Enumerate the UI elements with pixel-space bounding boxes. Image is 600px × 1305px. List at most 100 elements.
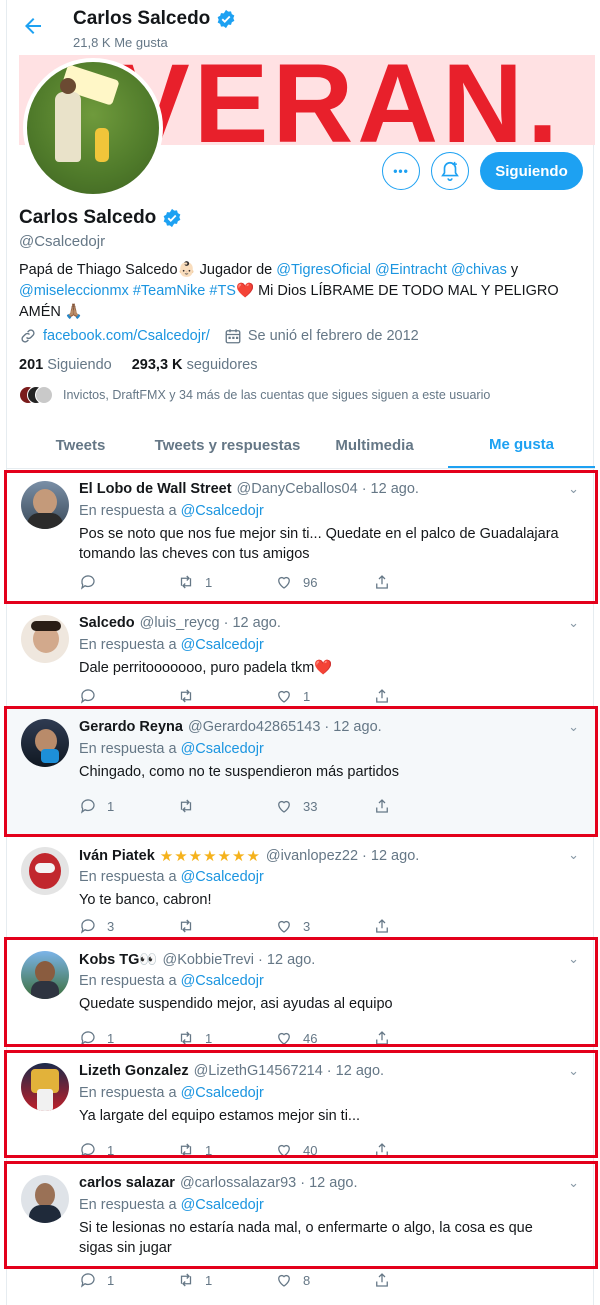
reply-button[interactable]: 1 — [79, 1141, 177, 1159]
profile-name-row: Carlos Salcedo — [19, 207, 182, 229]
tab-media[interactable]: Multimedia — [301, 423, 448, 468]
reply-to-link[interactable]: @Csalcedojr — [181, 869, 264, 885]
retweet-button[interactable]: 1 — [177, 1141, 275, 1159]
tweet-author[interactable]: Salcedo — [79, 615, 135, 631]
reply-button[interactable]: 3 — [79, 917, 177, 935]
tab-tweets-replies[interactable]: Tweets y respuestas — [154, 423, 301, 468]
tweet-avatar[interactable] — [21, 847, 69, 895]
tweet-author[interactable]: Lizeth Gonzalez — [79, 1063, 189, 1079]
like-button[interactable]: 8 — [275, 1271, 373, 1289]
bio-links[interactable]: @miseleccionmx #TeamNike #TS — [19, 283, 236, 299]
back-arrow-icon[interactable] — [21, 14, 47, 40]
tweet-avatar[interactable] — [21, 719, 69, 767]
retweet-button[interactable]: 1 — [177, 1029, 275, 1047]
tweet[interactable]: Kobs TG👀 @KobbieTrevi · 12 ago. ⌄ En resp… — [7, 939, 595, 1051]
reply-context: En respuesta a @Csalcedojr — [79, 869, 264, 885]
retweet-button[interactable] — [177, 687, 275, 705]
banner-text: VERAN. — [115, 55, 563, 145]
like-button[interactable]: 40 — [275, 1141, 373, 1159]
retweet-button[interactable]: 1 — [177, 573, 275, 591]
chevron-down-icon[interactable]: ⌄ — [568, 481, 579, 497]
tweet[interactable]: carlos salazar @carlossalazar93 · 12 ago.… — [7, 1163, 595, 1305]
profile-name: Carlos Salcedo — [19, 207, 157, 228]
tab-tweets[interactable]: Tweets — [7, 423, 154, 468]
following-button[interactable]: Siguiendo — [480, 152, 583, 190]
reply-button[interactable]: 1 — [79, 1029, 177, 1047]
share-button[interactable] — [373, 687, 471, 705]
chevron-down-icon[interactable]: ⌄ — [568, 951, 579, 967]
reply-button[interactable] — [79, 573, 177, 591]
share-button[interactable] — [373, 573, 471, 591]
like-button[interactable]: 1 — [275, 687, 373, 705]
share-button[interactable] — [373, 1029, 471, 1047]
tweet[interactable]: Gerardo Reyna @Gerardo42865143 · 12 ago. … — [7, 707, 595, 835]
reply-to-link[interactable]: @Csalcedojr — [181, 503, 264, 519]
reply-icon — [80, 919, 95, 934]
like-button[interactable]: 33 — [275, 797, 373, 815]
tweet-avatar[interactable] — [21, 1175, 69, 1223]
like-count: 40 — [303, 1142, 318, 1158]
more-options-button[interactable]: ••• — [382, 152, 420, 190]
retweet-icon — [180, 689, 192, 703]
tweet-actions: 1 — [79, 687, 471, 705]
tweet-avatar[interactable] — [21, 951, 69, 999]
share-button[interactable] — [373, 917, 471, 935]
reply-button[interactable] — [79, 687, 177, 705]
tweet-author[interactable]: carlos salazar — [79, 1175, 175, 1191]
baby-emoji: 👶🏻 — [177, 262, 196, 278]
follow-counts: 201 Siguiendo 293,3 K seguidores — [19, 357, 258, 373]
retweet-button[interactable] — [177, 917, 275, 935]
tweet[interactable]: El Lobo de Wall Street @DanyCeballos04 · … — [7, 469, 595, 603]
reply-to-link[interactable]: @Csalcedojr — [181, 1197, 264, 1213]
like-count: 96 — [303, 574, 318, 590]
chevron-down-icon[interactable]: ⌄ — [568, 615, 579, 631]
reply-to-link[interactable]: @Csalcedojr — [181, 741, 264, 757]
reply-to-link[interactable]: @Csalcedojr — [181, 973, 264, 989]
tweet-author[interactable]: Gerardo Reyna — [79, 719, 183, 735]
like-button[interactable]: 96 — [275, 573, 373, 591]
chevron-down-icon[interactable]: ⌄ — [568, 1175, 579, 1191]
reply-context: En respuesta a @Csalcedojr — [79, 741, 264, 757]
tweet[interactable]: Iván Piatek ★★★★★★★ @ivanlopez22 · 12 ago.… — [7, 835, 595, 939]
share-button[interactable] — [373, 797, 471, 815]
share-icon — [376, 799, 388, 813]
tweet-header: Iván Piatek ★★★★★★★ @ivanlopez22 · 12 ago. — [79, 847, 419, 865]
tab-likes[interactable]: Me gusta — [448, 423, 595, 468]
reply-to-link[interactable]: @Csalcedojr — [181, 1085, 264, 1101]
more-dots-icon: ••• — [393, 164, 409, 178]
profile-avatar[interactable] — [23, 58, 163, 198]
reply-to-link[interactable]: @Csalcedojr — [181, 637, 264, 653]
mutual-followers[interactable]: Invictos, DraftFMX y 34 más de las cuent… — [19, 386, 490, 404]
like-button[interactable]: 3 — [275, 917, 373, 935]
tweet-avatar[interactable] — [21, 1063, 69, 1111]
retweet-button[interactable]: 1 — [177, 1271, 275, 1289]
following-stat[interactable]: 201 Siguiendo — [19, 357, 112, 373]
retweet-button[interactable] — [177, 797, 275, 815]
website-link[interactable]: facebook.com/Csalcedojr/ — [43, 328, 210, 344]
tweet[interactable]: Salcedo @luis_reycg · 12 ago. ⌄ En respue… — [7, 603, 595, 707]
chevron-down-icon[interactable]: ⌄ — [568, 719, 579, 735]
bio-text: Jugador de — [195, 262, 277, 278]
chevron-down-icon[interactable]: ⌄ — [568, 1063, 579, 1079]
header-likes-count: 21,8 K Me gusta — [73, 35, 168, 50]
notifications-bell-button[interactable] — [431, 152, 469, 190]
tweet-avatar[interactable] — [21, 481, 69, 529]
reply-button[interactable]: 1 — [79, 1271, 177, 1289]
like-button[interactable]: 46 — [275, 1029, 373, 1047]
tweet-author[interactable]: Kobs TG👀 — [79, 951, 157, 968]
share-button[interactable] — [373, 1271, 471, 1289]
tweet-author[interactable]: Iván Piatek — [79, 848, 155, 864]
share-icon — [376, 919, 388, 933]
share-button[interactable] — [373, 1141, 471, 1159]
tweet[interactable]: Lizeth Gonzalez @LizethG14567214 · 12 ago… — [7, 1051, 595, 1163]
chevron-down-icon[interactable]: ⌄ — [568, 847, 579, 863]
tweet-avatar[interactable] — [21, 615, 69, 663]
timeline-column: Carlos Salcedo 21,8 K Me gusta VERAN. ••… — [4, 0, 598, 1305]
reply-button[interactable]: 1 — [79, 797, 177, 815]
reply-prefix: En respuesta a — [79, 637, 177, 653]
link-icon — [21, 329, 35, 343]
tweet-author[interactable]: El Lobo de Wall Street — [79, 481, 232, 497]
bio-links[interactable]: @TigresOficial @Eintracht @chivas — [276, 262, 507, 278]
followers-stat[interactable]: 293,3 K seguidores — [132, 357, 258, 373]
like-count: 33 — [303, 798, 318, 814]
